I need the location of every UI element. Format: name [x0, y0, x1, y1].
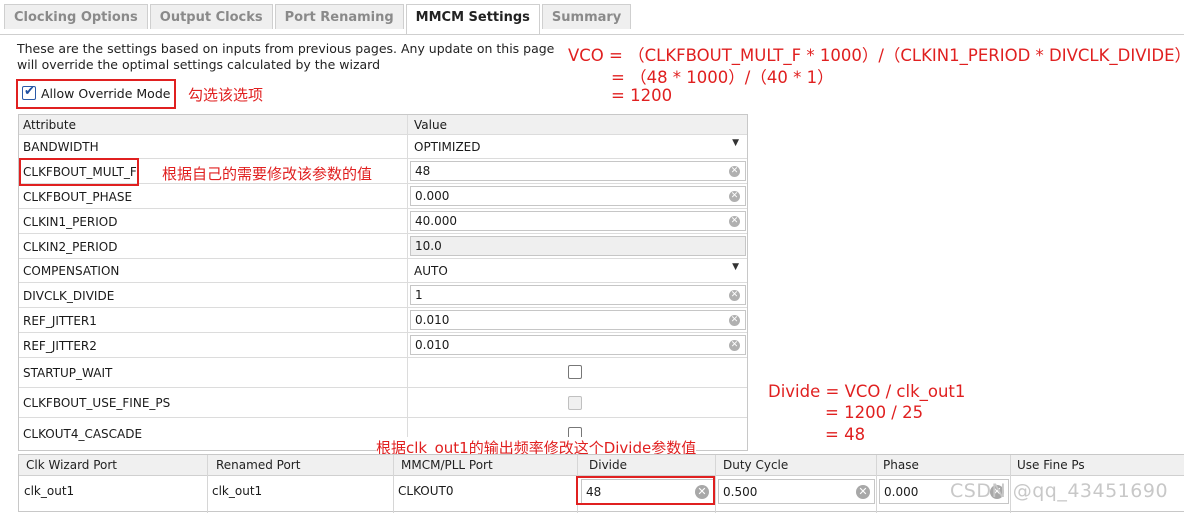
- chevron-down-icon[interactable]: ▼: [732, 262, 739, 272]
- duty-cycle-input[interactable]: 0.500 ✕: [718, 479, 875, 504]
- mult-highlight-box: [19, 158, 139, 186]
- tab-mmcm-settings[interactable]: MMCM Settings: [405, 4, 540, 34]
- attr-name: CLKIN1_PERIOD: [23, 215, 118, 229]
- clear-icon[interactable]: ✕: [729, 315, 740, 326]
- field-value: 0.000: [884, 485, 919, 499]
- clear-icon[interactable]: ✕: [729, 290, 740, 301]
- tab-clocking-options[interactable]: Clocking Options: [4, 4, 148, 29]
- field-value: 0.000: [415, 189, 450, 203]
- phase-header: Phase: [883, 458, 919, 472]
- attr-name: REF_JITTER2: [23, 339, 97, 353]
- startup-wait-checkbox[interactable]: [568, 365, 582, 379]
- table-row: REF_JITTER1 0.010 ✕: [19, 308, 747, 333]
- annotation-override: 勾选该选项: [188, 86, 264, 104]
- divide-header: Divide: [589, 458, 628, 472]
- table-row: CLKFBOUT_USE_FINE_PS: [19, 388, 747, 418]
- clkin2-period-field: 10.0: [410, 236, 746, 256]
- clear-icon[interactable]: ✕: [729, 166, 740, 177]
- divide-formula-line3: = 48: [825, 425, 866, 444]
- attr-name: DIVCLK_DIVIDE: [23, 289, 115, 303]
- wizard-port-header: Clk Wizard Port: [26, 458, 118, 472]
- divide-formula-line1: Divide = VCO / clk_out1: [768, 382, 966, 401]
- use-fine-ps-header: Use Fine Ps: [1017, 458, 1085, 472]
- clkfbout-phase-input[interactable]: 0.000 ✕: [410, 186, 746, 206]
- tab-summary[interactable]: Summary: [541, 4, 632, 29]
- tab-bar: Clocking Options Output Clocks Port Rena…: [0, 0, 1184, 35]
- table-row: CLKIN1_PERIOD 40.000 ✕: [19, 209, 747, 234]
- ref-jitter1-input[interactable]: 0.010 ✕: [410, 310, 746, 330]
- attr-name: BANDWIDTH: [23, 140, 99, 154]
- annotation-mult: 根据自己的需要修改该参数的值: [162, 165, 373, 183]
- clkin1-period-input[interactable]: 40.000 ✕: [410, 211, 746, 231]
- field-value: 0.010: [415, 338, 450, 352]
- attr-name: CLKFBOUT_PHASE: [23, 190, 133, 204]
- ref-jitter2-input[interactable]: 0.010 ✕: [410, 335, 746, 355]
- chevron-down-icon[interactable]: ▼: [732, 138, 739, 148]
- divide-formula-line2: = 1200 / 25: [825, 403, 924, 422]
- field-value: 10.0: [415, 239, 442, 253]
- bandwidth-select[interactable]: OPTIMIZED: [414, 140, 481, 154]
- renamed-port-header: Renamed Port: [216, 458, 301, 472]
- allow-override-checkbox[interactable]: [22, 84, 36, 100]
- duty-cycle-header: Duty Cycle: [723, 458, 789, 472]
- tab-port-renaming[interactable]: Port Renaming: [274, 4, 404, 29]
- divide-highlight-box: [576, 476, 715, 505]
- divclk-divide-input[interactable]: 1 ✕: [410, 285, 746, 305]
- vco-formula-line3: = 1200: [611, 86, 673, 105]
- tab-output-clocks[interactable]: Output Clocks: [149, 4, 273, 29]
- table-row: REF_JITTER2 0.010 ✕: [19, 333, 747, 358]
- allow-override-label: Allow Override Mode: [41, 86, 171, 101]
- page-description: These are the settings based on inputs f…: [17, 41, 555, 72]
- table-row: STARTUP_WAIT: [19, 358, 747, 388]
- clear-icon[interactable]: ✕: [729, 191, 740, 202]
- attribute-table-header: Attribute Value: [19, 115, 747, 135]
- mmcm-port-cell: CLKOUT0: [398, 484, 454, 498]
- vco-formula-line1: VCO = （CLKFBOUT_MULT_F * 1000）/（CLKIN1_P…: [568, 46, 1184, 65]
- wizard-port-cell: clk_out1: [24, 484, 75, 498]
- table-row: COMPENSATION AUTO ▼: [19, 259, 747, 283]
- use-fine-ps-checkbox: [568, 396, 582, 410]
- clear-icon[interactable]: ✕: [856, 485, 870, 499]
- attr-name: CLKFBOUT_USE_FINE_PS: [23, 396, 171, 410]
- table-row: DIVCLK_DIVIDE 1 ✕: [19, 283, 747, 308]
- renamed-port-cell[interactable]: clk_out1: [212, 484, 262, 498]
- field-value: 40.000: [415, 214, 457, 228]
- attr-name: CLKIN2_PERIOD: [23, 240, 118, 254]
- attr-name: CLKOUT4_CASCADE: [23, 427, 143, 441]
- clear-icon[interactable]: ✕: [729, 216, 740, 227]
- field-value: 48: [415, 164, 431, 178]
- clkfbout-mult-input[interactable]: 48 ✕: [410, 161, 746, 181]
- compensation-select[interactable]: AUTO: [414, 264, 448, 278]
- clear-icon[interactable]: ✕: [729, 340, 740, 351]
- attr-name: COMPENSATION: [23, 264, 120, 278]
- field-value: 1: [415, 288, 423, 302]
- vco-formula-line2: = （48 * 1000）/（40 * 1）: [611, 68, 834, 87]
- field-value: 0.500: [723, 485, 758, 499]
- field-value: 0.010: [415, 313, 450, 327]
- value-header: Value: [414, 118, 447, 132]
- table-row: CLKFBOUT_PHASE 0.000 ✕: [19, 184, 747, 209]
- table-row: CLKIN2_PERIOD 10.0: [19, 234, 747, 259]
- attr-name: REF_JITTER1: [23, 314, 97, 328]
- table-row: BANDWIDTH OPTIMIZED ▼: [19, 135, 747, 159]
- watermark: CSDN @qq_43451690: [950, 480, 1169, 502]
- attr-name: STARTUP_WAIT: [23, 366, 113, 380]
- mmcm-port-header: MMCM/PLL Port: [401, 458, 493, 472]
- attribute-header: Attribute: [23, 118, 76, 132]
